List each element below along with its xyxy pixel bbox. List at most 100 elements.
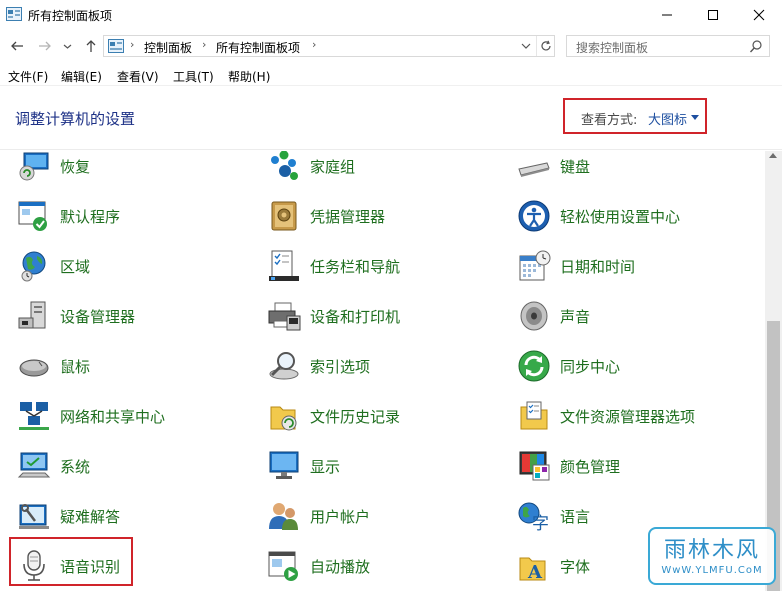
taskbar-icon bbox=[269, 250, 299, 281]
chevron-down-icon bbox=[63, 44, 71, 49]
item-homegroup[interactable]: 家庭组 bbox=[267, 151, 507, 186]
forward-button[interactable] bbox=[36, 37, 54, 55]
item-label: 鼠标 bbox=[60, 357, 91, 376]
troubleshooting-icon bbox=[19, 504, 49, 529]
content-header: 调整计算机的设置 查看方式: 大图标 bbox=[0, 87, 782, 150]
item-label: 设备和打印机 bbox=[310, 307, 401, 326]
chevron-right-icon[interactable]: › bbox=[312, 38, 316, 51]
control-panel-items: 恢复 家庭组 键盘 默认程序 凭据管理器 轻松使用设置中心 区域 任务栏和导航 … bbox=[0, 151, 764, 591]
menu-edit[interactable]: 编辑(E) bbox=[61, 68, 102, 85]
color-management-icon bbox=[519, 451, 550, 481]
page-title: 调整计算机的设置 bbox=[15, 110, 136, 128]
item-autoplay[interactable]: 自动播放 bbox=[267, 546, 507, 586]
item-indexing-options[interactable]: 索引选项 bbox=[267, 346, 507, 386]
item-recovery[interactable]: 恢复 bbox=[17, 151, 257, 186]
menu-tools[interactable]: 工具(T) bbox=[173, 68, 214, 85]
item-label: 键盘 bbox=[560, 157, 591, 176]
item-label: 恢复 bbox=[60, 157, 91, 176]
item-devices-printers[interactable]: 设备和打印机 bbox=[267, 296, 507, 336]
item-label: 语言 bbox=[560, 507, 591, 526]
item-default-programs[interactable]: 默认程序 bbox=[17, 196, 257, 236]
address-bar[interactable]: › 控制面板 › 所有控制面板项 › bbox=[103, 35, 555, 57]
item-folder-options[interactable]: 文件资源管理器选项 bbox=[517, 396, 757, 436]
item-label: 颜色管理 bbox=[560, 457, 621, 476]
item-label: 用户帐户 bbox=[310, 507, 371, 526]
item-label: 家庭组 bbox=[310, 157, 356, 176]
display-icon bbox=[269, 451, 299, 479]
item-keyboard[interactable]: 键盘 bbox=[517, 151, 757, 186]
item-network-sharing[interactable]: 网络和共享中心 bbox=[17, 396, 257, 436]
region-icon bbox=[21, 251, 46, 282]
item-label: 凭据管理器 bbox=[310, 207, 386, 226]
close-button[interactable] bbox=[736, 0, 782, 30]
watermark-logo: 雨林木风 WwW.YLMFU.CoM bbox=[648, 527, 776, 585]
item-device-manager[interactable]: 设备管理器 bbox=[17, 296, 257, 336]
title-bar: 所有控制面板项 bbox=[0, 0, 782, 30]
back-button[interactable] bbox=[8, 37, 26, 55]
address-history-button[interactable] bbox=[518, 38, 534, 54]
item-date-time[interactable]: 日期和时间 bbox=[517, 246, 757, 286]
item-sync-center[interactable]: 同步中心 bbox=[517, 346, 757, 386]
network-icon bbox=[19, 402, 49, 430]
item-file-history[interactable]: 文件历史记录 bbox=[267, 396, 507, 436]
up-button[interactable] bbox=[82, 37, 100, 55]
item-label: 字体 bbox=[560, 557, 591, 576]
menu-file[interactable]: 文件(F) bbox=[8, 68, 48, 85]
file-history-icon bbox=[270, 406, 297, 431]
breadcrumb-control-panel[interactable]: 控制面板 bbox=[144, 39, 192, 56]
control-panel-icon bbox=[108, 39, 124, 53]
item-label: 声音 bbox=[560, 307, 591, 326]
item-troubleshooting[interactable]: 疑难解答 bbox=[17, 496, 257, 536]
menu-help[interactable]: 帮助(H) bbox=[228, 68, 270, 85]
maximize-button[interactable] bbox=[690, 0, 736, 30]
language-icon: 字 bbox=[518, 502, 549, 533]
menu-bar: 文件(F) 编辑(E) 查看(V) 工具(T) 帮助(H) bbox=[0, 64, 782, 86]
search-input[interactable]: 搜索控制面板 bbox=[576, 39, 648, 56]
autoplay-icon bbox=[268, 551, 298, 581]
item-user-accounts[interactable]: 用户帐户 bbox=[267, 496, 507, 536]
speaker-icon bbox=[520, 301, 548, 331]
close-icon bbox=[753, 9, 765, 21]
recent-locations-button[interactable] bbox=[60, 37, 74, 55]
item-label: 文件历史记录 bbox=[310, 407, 401, 426]
arrow-left-icon bbox=[11, 41, 23, 51]
control-panel-icon bbox=[6, 7, 22, 21]
item-system[interactable]: 系统 bbox=[17, 446, 257, 486]
indexing-icon bbox=[269, 352, 299, 380]
folder-options-icon bbox=[520, 401, 548, 430]
navigation-bar: › 控制面板 › 所有控制面板项 › 搜索控制面板 bbox=[0, 31, 782, 61]
arrow-right-icon bbox=[39, 41, 51, 51]
item-region[interactable]: 区域 bbox=[17, 246, 257, 286]
item-credential-manager[interactable]: 凭据管理器 bbox=[267, 196, 507, 236]
watermark-url: WwW.YLMFU.CoM bbox=[661, 565, 763, 576]
minimize-button[interactable] bbox=[644, 0, 690, 30]
chevron-right-icon[interactable]: › bbox=[202, 38, 206, 51]
caret-down-icon[interactable] bbox=[691, 115, 699, 120]
device-manager-icon bbox=[18, 301, 46, 329]
sync-center-icon bbox=[518, 350, 550, 382]
refresh-icon bbox=[540, 40, 551, 51]
item-taskbar-navigation[interactable]: 任务栏和导航 bbox=[267, 246, 507, 286]
recovery-icon bbox=[19, 152, 49, 181]
menu-view[interactable]: 查看(V) bbox=[117, 68, 159, 85]
highlight-box bbox=[9, 537, 133, 586]
item-display[interactable]: 显示 bbox=[267, 446, 507, 486]
vertical-scrollbar[interactable] bbox=[765, 151, 782, 591]
search-box[interactable]: 搜索控制面板 bbox=[566, 35, 770, 57]
item-ease-of-access[interactable]: 轻松使用设置中心 bbox=[517, 196, 757, 236]
mouse-icon bbox=[19, 359, 49, 377]
search-icon[interactable] bbox=[747, 38, 765, 56]
chevron-right-icon[interactable]: › bbox=[130, 38, 134, 51]
item-mouse[interactable]: 鼠标 bbox=[17, 346, 257, 386]
scroll-up-icon[interactable] bbox=[769, 153, 777, 158]
item-label: 系统 bbox=[60, 457, 91, 476]
item-sound[interactable]: 声音 bbox=[517, 296, 757, 336]
view-by-dropdown[interactable]: 大图标 bbox=[648, 109, 687, 128]
item-label: 显示 bbox=[310, 457, 341, 476]
item-color-management[interactable]: 颜色管理 bbox=[517, 446, 757, 486]
refresh-button[interactable] bbox=[536, 36, 554, 56]
item-label: 轻松使用设置中心 bbox=[560, 207, 681, 226]
default-programs-icon bbox=[18, 201, 47, 231]
chevron-down-icon bbox=[521, 43, 531, 49]
breadcrumb-all-items[interactable]: 所有控制面板项 bbox=[216, 39, 300, 56]
